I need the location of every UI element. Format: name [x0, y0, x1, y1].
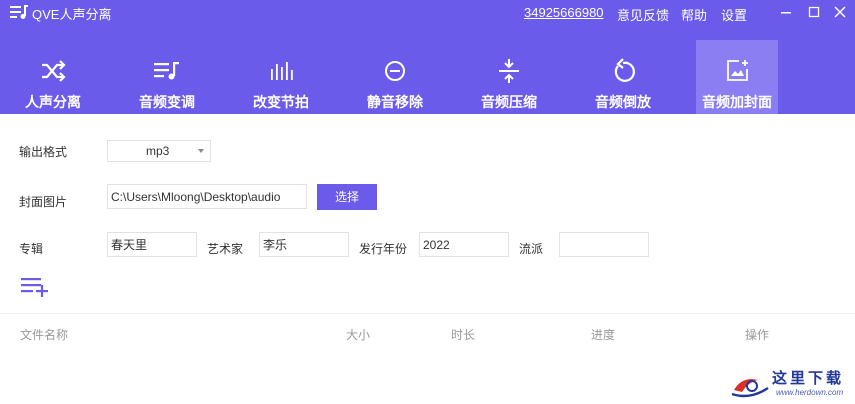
artist-input[interactable]: [259, 232, 349, 257]
watermark-text: 这里下载: [772, 369, 845, 387]
cover-image-label: 封面图片: [19, 195, 68, 209]
maximize-icon[interactable]: [803, 2, 825, 22]
phone-link[interactable]: 34925666980: [524, 5, 604, 20]
rotate-left-icon: [614, 58, 635, 82]
col-size: 大小: [346, 328, 371, 342]
app-title: QVE人声分离: [32, 7, 112, 22]
settings-link[interactable]: 设置: [721, 5, 747, 24]
tab-label: 音频变调: [139, 94, 195, 110]
compress-icon: [499, 59, 519, 83]
col-action: 操作: [745, 328, 770, 342]
close-icon[interactable]: [829, 2, 851, 22]
app-logo-icon: [10, 5, 28, 19]
app-header: QVE人声分离 34925666980 意见反馈 帮助 设置 人声分离 音频变调…: [0, 0, 855, 114]
col-progress: 进度: [591, 328, 616, 342]
minimize-icon[interactable]: [775, 2, 797, 22]
col-filename: 文件名称: [20, 328, 69, 342]
tab-label: 改变节拍: [253, 94, 309, 110]
tab-audio-reverse[interactable]: 音频倒放: [582, 40, 664, 114]
output-format-value: mp3: [146, 144, 170, 158]
tab-label: 人声分离: [25, 94, 81, 110]
output-format-label: 输出格式: [19, 145, 68, 159]
tab-label: 音频倒放: [595, 94, 651, 110]
album-input[interactable]: [107, 232, 197, 257]
genre-label: 流派: [519, 242, 544, 256]
tab-label: 音频加封面: [702, 94, 772, 110]
year-input[interactable]: [419, 232, 509, 257]
select-cover-button[interactable]: 选择: [317, 184, 377, 210]
watermark-url: www.herdown.com: [776, 388, 844, 397]
chevron-down-icon: [198, 149, 204, 153]
tab-vocal-separation[interactable]: 人声分离: [12, 40, 94, 114]
col-duration: 时长: [451, 328, 476, 342]
tab-pitch-shift[interactable]: 音频变调: [126, 40, 208, 114]
title-bar: QVE人声分离 34925666980 意见反馈 帮助 设置: [0, 0, 855, 26]
bars-icon: [271, 62, 293, 80]
album-label: 专辑: [19, 242, 44, 256]
cover-path-input[interactable]: [107, 184, 307, 209]
artist-label: 艺术家: [207, 242, 244, 256]
image-add-icon: [727, 60, 748, 81]
output-format-select[interactable]: mp3: [107, 140, 211, 162]
tab-add-cover[interactable]: 音频加封面: [696, 40, 778, 114]
genre-input[interactable]: [559, 232, 649, 257]
shuffle-icon: [42, 60, 66, 82]
tab-label: 静音移除: [367, 94, 423, 110]
playlist-music-icon: [154, 62, 179, 80]
tab-silence-remove[interactable]: 静音移除: [354, 40, 436, 114]
year-label: 发行年份: [359, 242, 408, 256]
table-divider: [0, 313, 855, 314]
minus-circle-icon: [385, 61, 405, 81]
tab-audio-compress[interactable]: 音频压缩: [468, 40, 550, 114]
tab-label: 音频压缩: [481, 94, 537, 110]
help-link[interactable]: 帮助: [681, 5, 707, 24]
function-tabs: 人声分离 音频变调 改变节拍 静音移除 音频压缩 音频倒放 音频加封面: [0, 40, 855, 114]
feedback-link[interactable]: 意见反馈: [617, 5, 669, 24]
tab-change-tempo[interactable]: 改变节拍: [240, 40, 322, 114]
add-files-icon[interactable]: [20, 276, 50, 298]
